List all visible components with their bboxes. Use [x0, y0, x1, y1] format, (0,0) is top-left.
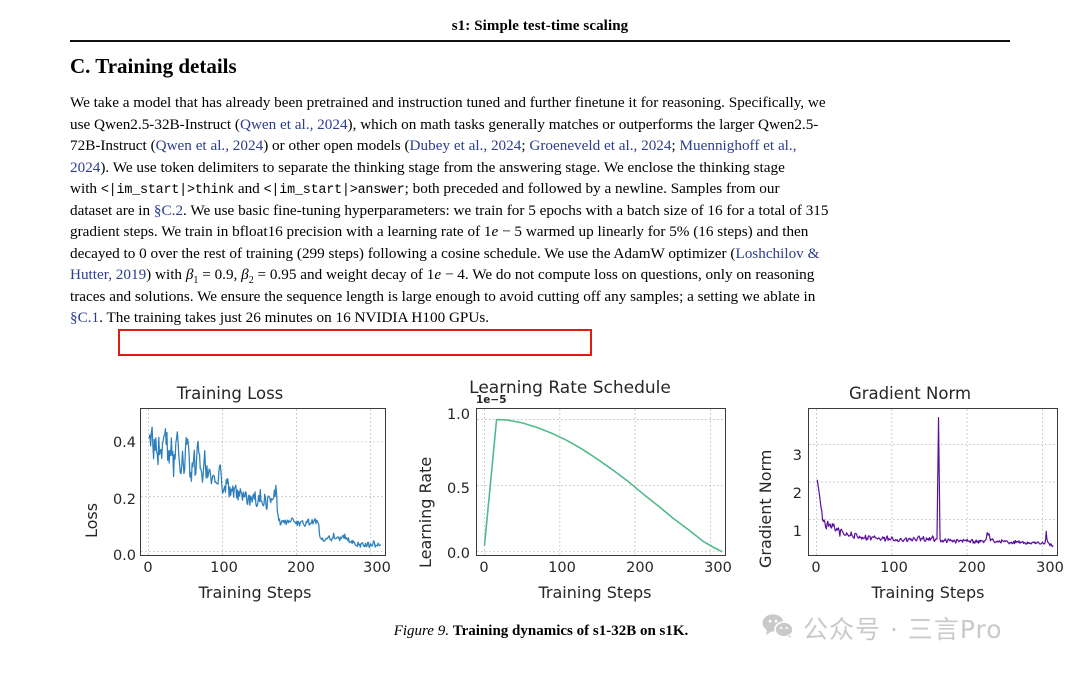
- chart-title: Gradient Norm: [848, 384, 972, 403]
- text-run: use Qwen2.5-32B-Instruct (: [70, 115, 240, 133]
- text-run: − 5 warmed up linearly for 5% (16 steps)…: [498, 223, 809, 240]
- text-run: ) with: [146, 266, 186, 283]
- body-line-4: 2024). We use token delimiters to separa…: [70, 157, 1012, 179]
- caption-text: Training dynamics of s1-32B on s1K.: [452, 623, 689, 639]
- xtick-label: 300: [1036, 560, 1064, 576]
- ytick-label: 0.2: [112, 492, 136, 508]
- chart-learning-rate-schedule: Learning Rate Schedule Learning Rate 1e−…: [410, 378, 732, 608]
- body-line-3: 72B-Instruct (Qwen et al., 2024) or othe…: [70, 135, 1012, 157]
- xtick-label: 300: [704, 560, 732, 576]
- ytick-label: 1.0: [446, 407, 470, 423]
- xtick-label: 200: [626, 560, 654, 576]
- plot-area: [476, 408, 726, 556]
- xtick-label: 300: [363, 560, 391, 576]
- section-ref-c2[interactable]: §C.2: [154, 202, 183, 219]
- plot-canvas: [141, 409, 385, 555]
- chart-xlabel: Training Steps: [198, 583, 312, 602]
- watermark: 公众号 · 三言Pro: [762, 610, 1003, 646]
- chart-xlabel: Training Steps: [538, 583, 652, 602]
- wechat-icon: [762, 613, 794, 644]
- body-line-9: Hutter, 2019) with β1 = 0.9, β2 = 0.95 a…: [70, 264, 1012, 286]
- citation-link[interactable]: Qwen et al., 2024: [240, 116, 348, 133]
- chart-title: Learning Rate Schedule: [469, 378, 671, 398]
- text-run: ) or other open models (: [263, 137, 410, 154]
- text-run: dataset are in: [70, 201, 154, 219]
- text-run: ; both preceded and followed by a newlin…: [404, 180, 780, 197]
- body-line-1: We take a model that has already been pr…: [70, 92, 1012, 114]
- figure-number: Figure 9.: [393, 623, 449, 639]
- chart-ylabel: Gradient Norm: [756, 449, 775, 568]
- ytick-label: 3: [792, 448, 802, 464]
- citation-link[interactable]: Dubey et al., 2024: [410, 137, 522, 154]
- body-line-2: use Qwen2.5-32B-Instruct (Qwen et al., 2…: [70, 114, 1012, 136]
- body-line-8: decayed to 0 over the rest of training (…: [70, 243, 1012, 265]
- text-run: − 4. We do not compute loss on questions…: [441, 266, 815, 283]
- chart-ylabel: Loss: [82, 502, 101, 538]
- text-run: . We use basic fine-tuning hyperparamete…: [183, 201, 829, 219]
- body-line-7: gradient steps. We train in bfloat16 pre…: [70, 221, 1012, 243]
- text-run: gradient steps. We train in bfloat16 pre…: [70, 223, 492, 240]
- axis-offset-text: 1e−5: [476, 394, 507, 406]
- citation-link[interactable]: Hutter, 2019: [70, 266, 146, 283]
- chart-gradient-norm: Gradient Norm Gradient Norm 1 2 3 0 100 …: [750, 378, 1070, 608]
- paper-page: s1: Simple test-time scaling C. Training…: [0, 0, 1080, 674]
- ytick-label: 1: [792, 524, 802, 540]
- ytick-label: 0.5: [446, 481, 470, 497]
- citation-link[interactable]: Loshchilov &: [735, 245, 819, 262]
- code-token-answer: <|im_start|>answer: [263, 183, 405, 198]
- section-ref-c1[interactable]: §C.1: [70, 309, 99, 326]
- text-run: We take a model that has already been pr…: [70, 94, 826, 111]
- math-beta-2: β: [241, 266, 249, 283]
- xtick-label: 100: [880, 560, 908, 576]
- section-heading: C. Training details: [70, 54, 237, 78]
- running-header: s1: Simple test-time scaling: [451, 18, 629, 34]
- text-run: ), which on math tasks generally matches…: [347, 115, 819, 133]
- text-run: traces and solutions. We ensure the sequ…: [70, 287, 816, 305]
- citation-link[interactable]: 2024: [70, 159, 100, 176]
- ytick-label: 0.0: [112, 548, 136, 564]
- text-run: ;: [671, 137, 680, 154]
- chart-xlabel: Training Steps: [871, 583, 985, 602]
- plot-canvas: [477, 409, 725, 555]
- code-token-think: <|im_start|>think: [100, 183, 235, 198]
- body-line-5: with <|im_start|>think and <|im_start|>a…: [70, 178, 1012, 200]
- plot-area: [808, 408, 1058, 556]
- header-rule: [70, 40, 1010, 42]
- citation-link[interactable]: Muennighoff et al.,: [680, 137, 797, 154]
- text-run: . The training takes just 26 minutes on …: [99, 309, 490, 326]
- xtick-label: 0: [811, 560, 821, 576]
- body-line-11: §C.1. The training takes just 26 minutes…: [70, 307, 1012, 329]
- xtick-label: 200: [287, 560, 315, 576]
- body-line-10: traces and solutions. We ensure the sequ…: [70, 286, 1012, 308]
- chart-training-loss: Training Loss Loss 0.0 0.2 0.4 0 100 200…: [70, 378, 391, 608]
- ytick-label: 0.4: [112, 435, 136, 451]
- ytick-label: 2: [792, 486, 802, 502]
- red-highlight-box: [118, 329, 592, 356]
- citation-link[interactable]: Qwen et al., 2024: [156, 137, 264, 154]
- text-run: and: [234, 180, 264, 197]
- chart-title: Training Loss: [176, 384, 284, 403]
- text-run: 72B-Instruct (: [70, 137, 156, 154]
- xtick-label: 100: [210, 560, 238, 576]
- xtick-label: 0: [479, 560, 489, 576]
- text-run: ). We use token delimiters to separate t…: [100, 158, 785, 176]
- plot-canvas: [809, 409, 1057, 555]
- citation-link[interactable]: Groeneveld et al., 2024: [529, 137, 671, 154]
- plot-area: [140, 408, 386, 556]
- body-line-6: dataset are in §C.2. We use basic fine-t…: [70, 200, 1012, 222]
- xtick-label: 200: [958, 560, 986, 576]
- xtick-label: 100: [548, 560, 576, 576]
- text-run: = 0.9,: [198, 266, 242, 283]
- watermark-text: 公众号 · 三言Pro: [803, 615, 1003, 644]
- xtick-label: 0: [143, 560, 153, 576]
- figure-9: Training Loss Loss 0.0 0.2 0.4 0 100 200…: [60, 378, 1070, 608]
- ytick-label: 0.0: [446, 546, 470, 562]
- text-run: = 0.95 and weight decay of 1: [253, 266, 435, 283]
- text-run: with: [70, 180, 101, 197]
- text-run: decayed to 0 over the rest of training (…: [70, 244, 736, 262]
- body-paragraph: We take a model that has already been pr…: [70, 92, 1012, 329]
